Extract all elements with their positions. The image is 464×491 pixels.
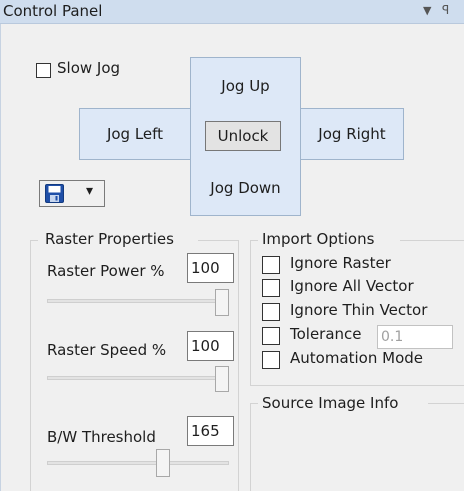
raster-power-label: Raster Power %	[47, 262, 165, 280]
raster-speed-slider-thumb[interactable]	[215, 366, 229, 392]
raster-power-slider-thumb[interactable]	[215, 289, 229, 316]
slow-jog-label[interactable]: Slow Jog	[57, 59, 120, 77]
bw-threshold-slider-thumb[interactable]	[156, 449, 171, 477]
source-group-border	[250, 403, 258, 404]
raster-group-title: Raster Properties	[45, 230, 174, 248]
raster-power-slider-track[interactable]	[47, 299, 229, 303]
raster-speed-slider-track[interactable]	[47, 376, 229, 380]
jog-right-button[interactable]: Jog Right	[300, 108, 404, 160]
tolerance-input: 0.1	[377, 325, 453, 349]
raster-group-right-edge	[238, 240, 239, 491]
ignore-raster-checkbox[interactable]	[262, 256, 280, 274]
bw-threshold-label: B/W Threshold	[47, 428, 156, 446]
unlock-button[interactable]: Unlock	[205, 121, 281, 151]
source-image-info-title: Source Image Info	[262, 394, 399, 412]
ignore-thin-vector-label[interactable]: Ignore Thin Vector	[290, 301, 427, 319]
raster-speed-input[interactable]: 100	[187, 331, 234, 361]
ignore-all-vector-label[interactable]: Ignore All Vector	[290, 277, 414, 295]
pin-icon[interactable]: ꟼ	[442, 3, 449, 17]
ignore-all-vector-checkbox[interactable]	[262, 279, 280, 297]
chevron-down-icon: ▾	[86, 183, 94, 199]
bw-threshold-slider-track[interactable]	[47, 461, 229, 465]
import-group-border-right	[400, 240, 464, 241]
import-group-bottom-edge	[250, 385, 464, 386]
automation-mode-label[interactable]: Automation Mode	[290, 349, 423, 367]
raster-group-border-right	[198, 240, 238, 241]
floppy-disk-icon	[45, 184, 64, 203]
raster-speed-label: Raster Speed %	[47, 341, 167, 359]
source-group-left-edge	[250, 403, 251, 491]
save-dropdown-button[interactable]: ▾	[39, 180, 105, 207]
source-group-border-right	[428, 403, 464, 404]
automation-mode-checkbox[interactable]	[262, 351, 280, 369]
bw-threshold-input[interactable]: 165	[187, 416, 234, 446]
tolerance-label[interactable]: Tolerance	[290, 325, 362, 343]
import-group-left-edge	[250, 240, 251, 385]
raster-group-left-edge	[30, 240, 31, 491]
raster-power-input[interactable]: 100	[187, 253, 234, 283]
jog-up-button[interactable]: Jog Up	[190, 57, 301, 115]
raster-group-border	[30, 240, 38, 241]
control-panel-titlebar: Control Panel ▼ ꟼ	[0, 0, 464, 24]
ignore-thin-vector-checkbox[interactable]	[262, 303, 280, 321]
dropdown-arrow-icon[interactable]: ▼	[423, 4, 431, 17]
ignore-raster-label[interactable]: Ignore Raster	[290, 254, 391, 272]
jog-down-button[interactable]: Jog Down	[190, 159, 301, 216]
jog-left-button[interactable]: Jog Left	[79, 108, 191, 160]
import-group-title: Import Options	[262, 230, 375, 248]
slow-jog-checkbox[interactable]	[36, 63, 51, 78]
tolerance-checkbox[interactable]	[262, 327, 280, 345]
panel-title: Control Panel	[3, 2, 103, 20]
import-group-border	[250, 240, 258, 241]
